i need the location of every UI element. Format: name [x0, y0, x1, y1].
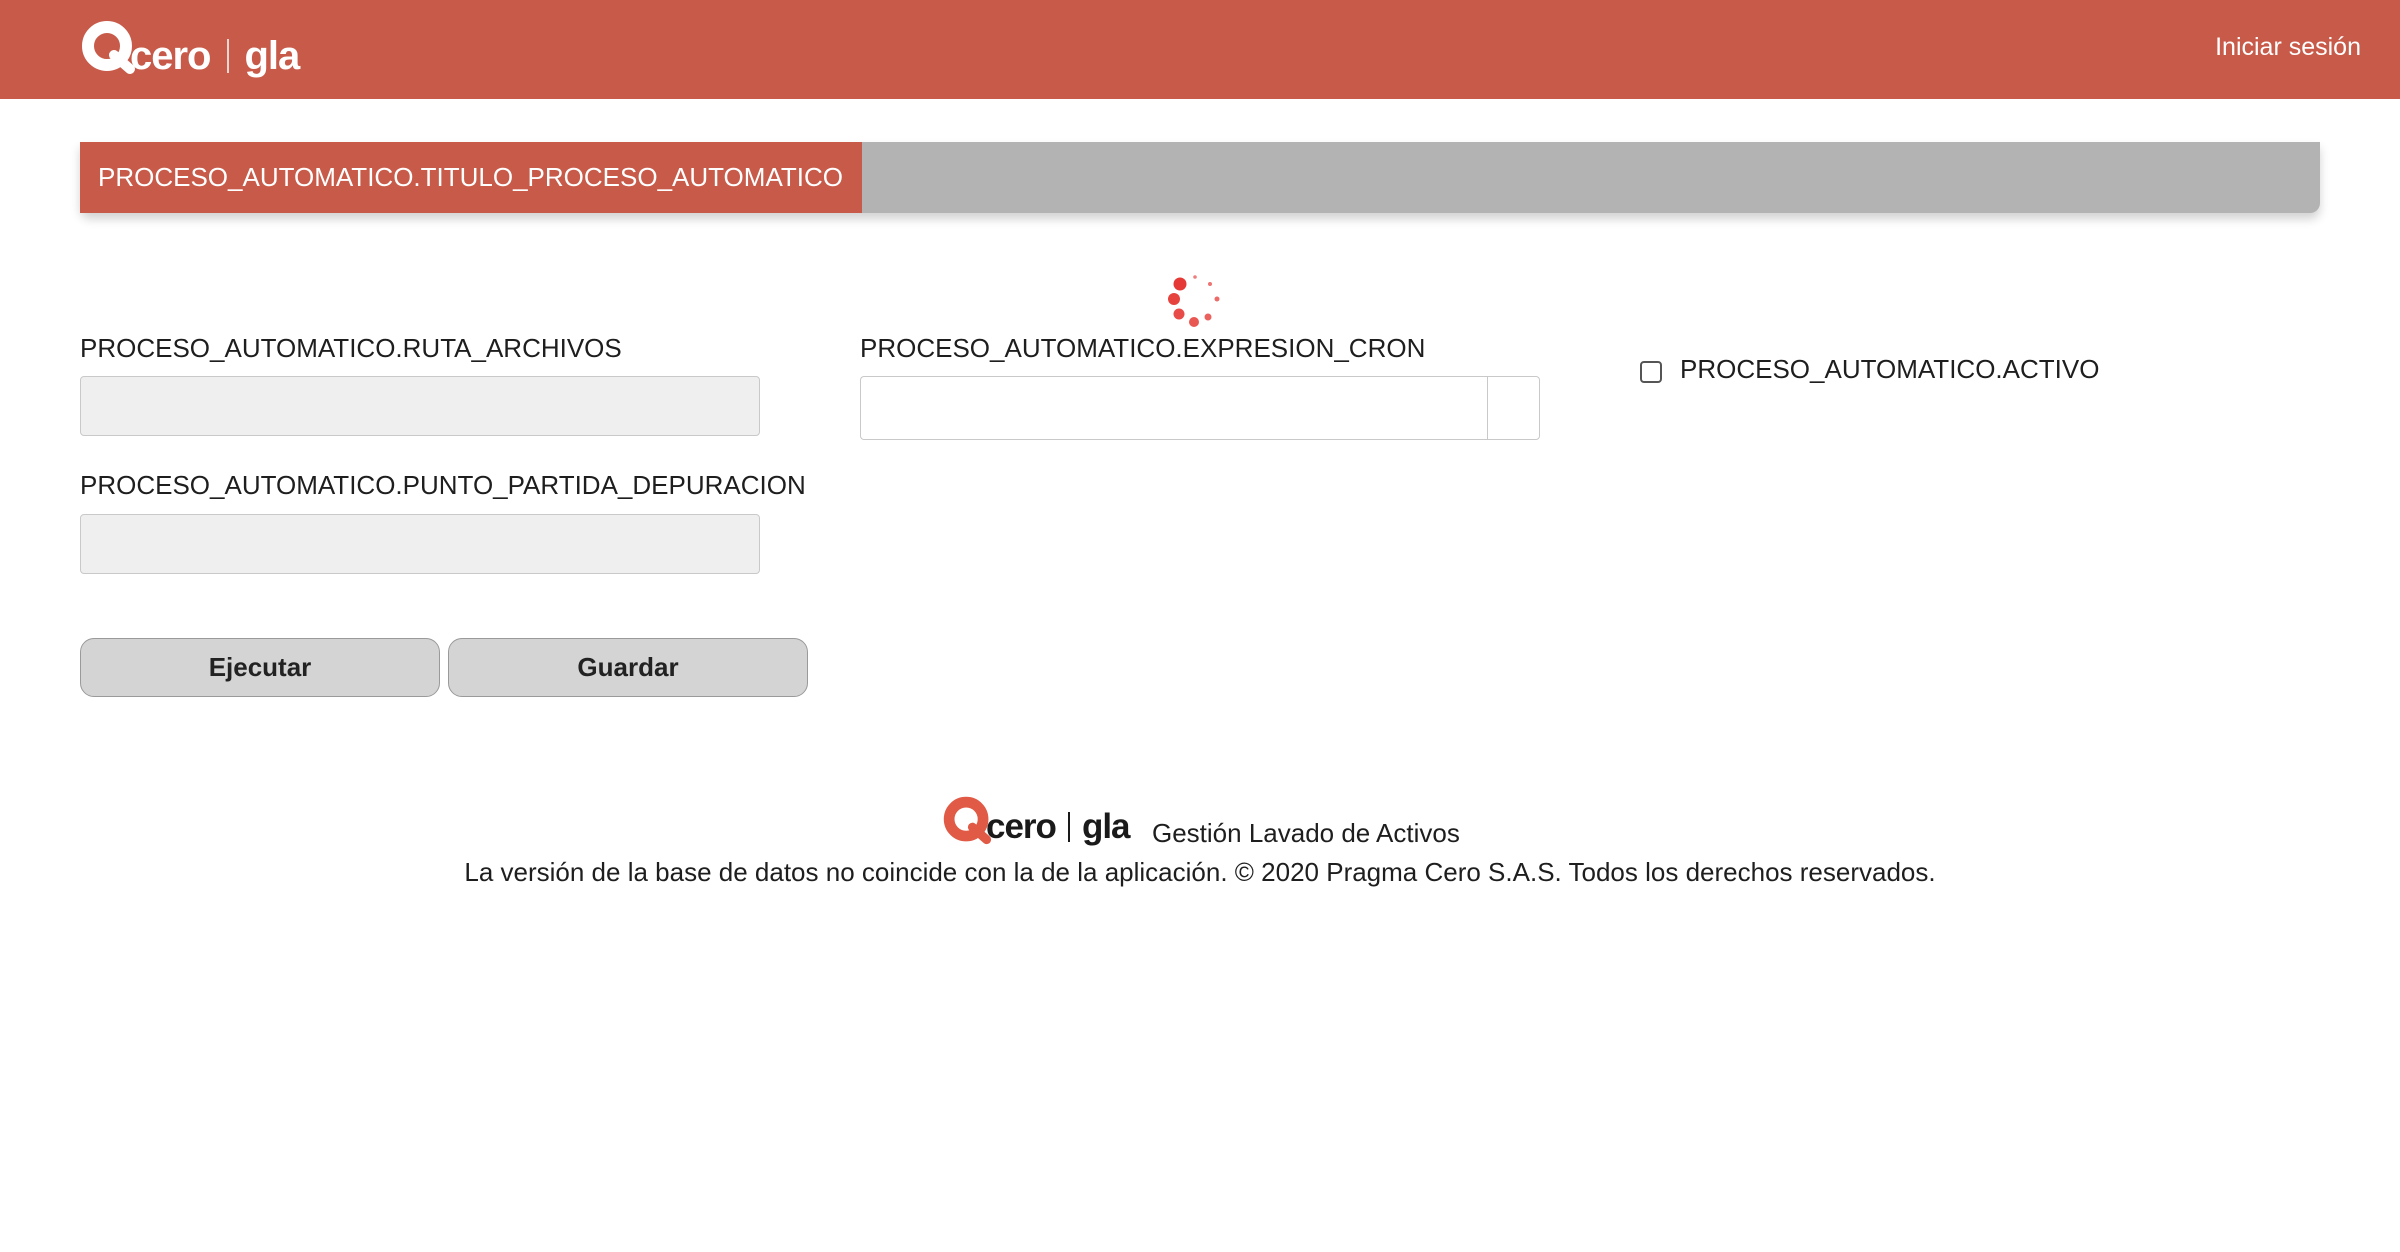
- expresion-cron-group: [860, 376, 1540, 440]
- ruta-archivos-input[interactable]: [80, 376, 760, 436]
- page-title-bar: PROCESO_AUTOMATICO.TITULO_PROCESO_AUTOMA…: [80, 142, 2320, 213]
- top-navbar: cero gla Iniciar sesión: [0, 0, 2400, 99]
- login-link[interactable]: Iniciar sesión: [2215, 33, 2361, 62]
- footer-logo-wordmark: cero: [986, 807, 1057, 846]
- expresion-cron-label: PROCESO_AUTOMATICO.EXPRESION_CRON: [860, 333, 1426, 363]
- punto-partida-label: PROCESO_AUTOMATICO.PUNTO_PARTIDA_DEPURAC…: [80, 470, 806, 500]
- cron-addon-button[interactable]: [1487, 376, 1540, 440]
- ruta-archivos-label: PROCESO_AUTOMATICO.RUTA_ARCHIVOS: [80, 333, 622, 363]
- loading-spinner-icon: [1168, 275, 1220, 327]
- footer-logo-product-name: gla: [1081, 807, 1131, 846]
- footer-logo-divider: [1067, 812, 1070, 842]
- logo-divider: [226, 39, 229, 73]
- execute-button[interactable]: Ejecutar: [80, 638, 440, 697]
- expresion-cron-input[interactable]: [860, 376, 1487, 440]
- activo-field: PROCESO_AUTOMATICO.ACTIVO: [1640, 354, 2099, 385]
- activo-checkbox[interactable]: [1640, 360, 1662, 383]
- brand-logo[interactable]: cero gla: [80, 14, 301, 80]
- footer-copyright: La versión de la base de datos no coinci…: [464, 857, 1936, 887]
- cero-logo-icon: [82, 21, 135, 74]
- footer-logo: cero gla: [942, 790, 1131, 850]
- cero-logo-icon: [943, 796, 992, 845]
- save-button[interactable]: Guardar: [448, 638, 808, 697]
- logo-wordmark: cero: [130, 33, 211, 78]
- page-title: PROCESO_AUTOMATICO.TITULO_PROCESO_AUTOMA…: [80, 142, 862, 213]
- punto-partida-input[interactable]: [80, 514, 760, 574]
- activo-label: PROCESO_AUTOMATICO.ACTIVO: [1680, 354, 2100, 384]
- logo-product-name: gla: [244, 33, 301, 78]
- footer-app-name: Gestión Lavado de Activos: [1152, 818, 1460, 848]
